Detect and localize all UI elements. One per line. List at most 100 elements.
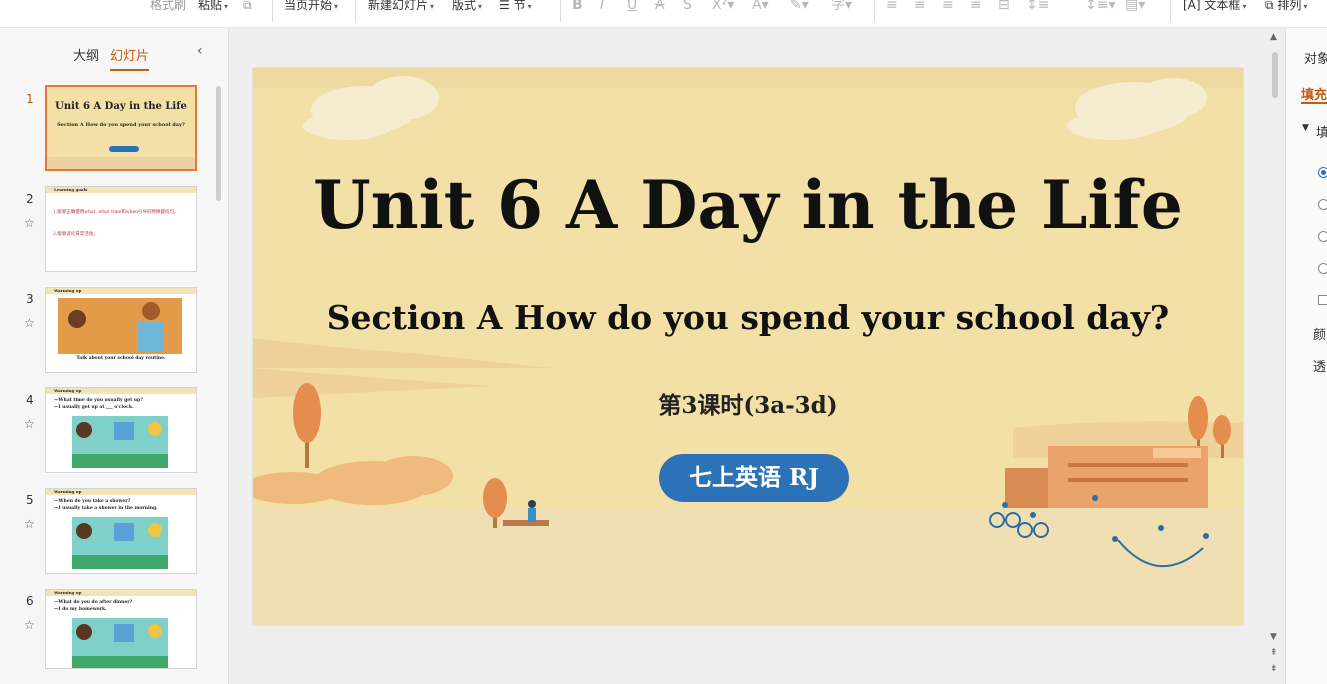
thumb-picture <box>58 298 182 354</box>
slide-thumbnail-2[interactable]: Learning goals 1.能够正确使用what, what time和w… <box>45 186 197 272</box>
scrollbar-thumb[interactable] <box>1272 52 1278 98</box>
arrange-button[interactable]: ⧉ 排列 ▾ <box>1265 0 1307 18</box>
slide-background-illustration <box>253 76 1243 625</box>
lesson-label[interactable]: 第3课时(3a-3d) <box>253 386 1243 420</box>
collapse-arrow-icon[interactable]: ▼ <box>1302 123 1309 133</box>
paragraph-spacing-icon[interactable]: ↕≡▾ <box>1085 0 1116 12</box>
textbox-button[interactable]: [A] 文本框 ▾ <box>1183 0 1246 18</box>
layout-button[interactable]: 版式 ▾ <box>452 0 482 18</box>
radio-solid-fill[interactable] <box>1318 199 1327 210</box>
thumb-line: —When do you take a shower? <box>54 499 131 504</box>
paste-label: 粘贴 <box>198 0 223 12</box>
align-left-icon[interactable]: ≡ <box>886 0 898 12</box>
chevron-down-icon: ▾ <box>430 2 435 11</box>
transparency-label: 透 <box>1313 360 1327 375</box>
slide-subtitle[interactable]: Section A How do you spend your school d… <box>253 298 1243 337</box>
textbox-icon: [A] <box>1183 0 1201 12</box>
thumb-line: —What do you do after dinner? <box>54 600 133 605</box>
line-spacing-icon[interactable]: ↕≡ <box>1026 0 1049 12</box>
object-title: 对象 <box>1304 52 1327 67</box>
tab-fill[interactable]: 填充 <box>1301 84 1327 103</box>
phonetic-icon[interactable]: 字▾ <box>831 0 852 12</box>
copy-icon[interactable]: ⧉ <box>243 0 252 18</box>
girl-figure <box>76 624 92 640</box>
current-page-start-button[interactable]: 当页开始 ▾ <box>284 0 338 18</box>
editor-scrollbar[interactable]: ▲ ▼ ⇞ ⇟ <box>1269 28 1285 684</box>
previous-slide-icon[interactable]: ⇞ <box>1270 648 1278 658</box>
new-slide-button[interactable]: 新建幻灯片 ▾ <box>368 0 434 18</box>
checkbox-hide-background[interactable] <box>1318 295 1327 305</box>
radio-picture-fill[interactable] <box>1318 263 1327 274</box>
next-slide-icon[interactable]: ⇟ <box>1270 664 1278 674</box>
strikethrough-icon[interactable]: A <box>655 0 665 12</box>
justify-icon[interactable]: ≡ <box>970 0 982 12</box>
slide-thumbnail-6[interactable]: Warming up —What do you do after dinner?… <box>45 589 197 669</box>
star-icon[interactable]: ☆ <box>24 216 35 230</box>
scroll-up-icon[interactable]: ▲ <box>1270 32 1277 42</box>
highlight-icon[interactable]: ✎▾ <box>790 0 809 12</box>
section-icon: ☰ <box>499 0 510 12</box>
slide-thumbnail-4[interactable]: Warming up —What time do you usually get… <box>45 387 197 473</box>
slide-number: 1 <box>26 92 34 106</box>
layout-label: 版式 <box>452 0 477 12</box>
paste-button[interactable]: 粘贴 ▾ <box>198 0 228 18</box>
star-icon[interactable]: ☆ <box>24 517 35 531</box>
chevron-down-icon: ▾ <box>334 2 339 11</box>
shadow-icon[interactable]: S <box>683 0 692 12</box>
star-icon[interactable]: ☆ <box>24 618 35 632</box>
course-badge[interactable]: 七上英语 RJ <box>659 454 849 502</box>
slide-number: 3 <box>26 292 34 306</box>
align-center-icon[interactable]: ≡ <box>914 0 926 12</box>
thumb-line: 2.能够谈论日常活动。 <box>53 232 98 237</box>
font-color-icon[interactable]: A▾ <box>752 0 769 12</box>
align-right-icon[interactable]: ≡ <box>942 0 954 12</box>
distributed-icon[interactable]: ⊟ <box>998 0 1010 12</box>
radio-no-fill[interactable] <box>1318 167 1327 178</box>
tab-slides[interactable]: 幻灯片 <box>110 45 150 71</box>
color-label: 颜 <box>1313 328 1327 343</box>
thumb-ground <box>47 157 195 169</box>
star-icon[interactable]: ☆ <box>24 316 35 330</box>
window-picture <box>114 624 134 642</box>
slide-number: 6 <box>26 594 34 608</box>
thumb-header: Learning goals <box>54 187 88 192</box>
thumb-header: Warming up <box>54 590 82 595</box>
boy-figure <box>148 523 162 537</box>
scroll-down-icon[interactable]: ▼ <box>1270 632 1277 642</box>
section-button[interactable]: ☰ 节 ▾ <box>499 0 532 18</box>
format-painter-button[interactable]: 格式刷 <box>150 0 186 18</box>
chevron-down-icon: ▾ <box>224 2 229 11</box>
textbox-label: 文本框 <box>1204 0 1241 12</box>
table-picture <box>72 555 168 569</box>
arrange-label: 排列 <box>1277 0 1302 12</box>
thumb-caption: Talk about your school day routine. <box>76 356 166 361</box>
underline-icon[interactable]: U <box>627 0 637 12</box>
tab-underline <box>1301 102 1327 104</box>
chevron-down-icon: ▾ <box>478 2 483 11</box>
slide-thumbnail-5[interactable]: Warming up —When do you take a shower? —… <box>45 488 197 574</box>
window-picture <box>114 422 134 440</box>
radio-gradient-fill[interactable] <box>1318 231 1327 242</box>
boy-figure <box>142 302 160 320</box>
thumb-picture <box>72 416 168 468</box>
italic-icon[interactable]: I <box>600 0 604 12</box>
slide-thumbnail-1[interactable]: Unit 6 A Day in the Life Section A How d… <box>45 85 197 171</box>
chevron-down-icon: ▾ <box>527 2 532 11</box>
slide-thumbnail-3[interactable]: Warming up Talk about your school day ro… <box>45 287 197 373</box>
star-icon[interactable]: ☆ <box>24 417 35 431</box>
slide-number: 5 <box>26 493 34 507</box>
collapse-panel-icon[interactable]: ‹ <box>197 43 203 59</box>
bold-icon[interactable]: B <box>572 0 583 12</box>
thumb-line: —I do my homework. <box>54 607 107 612</box>
columns-icon[interactable]: ▤▾ <box>1125 0 1145 12</box>
current-slide[interactable]: Unit 6 A Day in the Life Section A How d… <box>253 68 1243 625</box>
thumb-title: Unit 6 A Day in the Life <box>55 101 187 112</box>
thumb-header: Warming up <box>54 288 82 293</box>
superscript-icon[interactable]: X²▾ <box>712 0 734 12</box>
new-slide-label: 新建幻灯片 <box>368 0 429 12</box>
tab-outline[interactable]: 大纲 <box>73 45 99 64</box>
thumbnail-scrollbar[interactable] <box>216 86 221 201</box>
divider <box>355 0 356 22</box>
slide-title[interactable]: Unit 6 A Day in the Life <box>253 166 1243 244</box>
thumb-line: —I usually get up at ___ o'clock. <box>54 405 134 410</box>
